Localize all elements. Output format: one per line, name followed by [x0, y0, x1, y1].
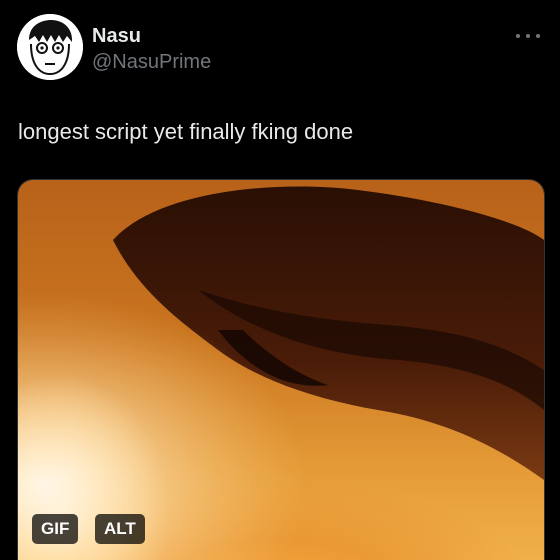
- alt-badge[interactable]: ALT: [95, 514, 145, 544]
- gif-badge[interactable]: GIF: [32, 514, 79, 544]
- cartoon-face-avatar-icon: [17, 14, 83, 80]
- tweet: Nasu @NasuPrime longest script yet final…: [0, 0, 560, 560]
- user-handle[interactable]: @NasuPrime: [92, 50, 211, 74]
- dot: [536, 34, 540, 38]
- gif-media[interactable]: GIF ALT: [17, 179, 545, 560]
- tweet-text: longest script yet finally fking done: [18, 119, 354, 144]
- avatar[interactable]: [17, 14, 83, 80]
- display-name[interactable]: Nasu: [92, 24, 211, 48]
- user-info: Nasu @NasuPrime: [92, 24, 211, 74]
- dot: [516, 34, 520, 38]
- gif-scene-image: [18, 180, 544, 560]
- dot: [526, 34, 530, 38]
- more-horizontal-icon[interactable]: [516, 30, 540, 42]
